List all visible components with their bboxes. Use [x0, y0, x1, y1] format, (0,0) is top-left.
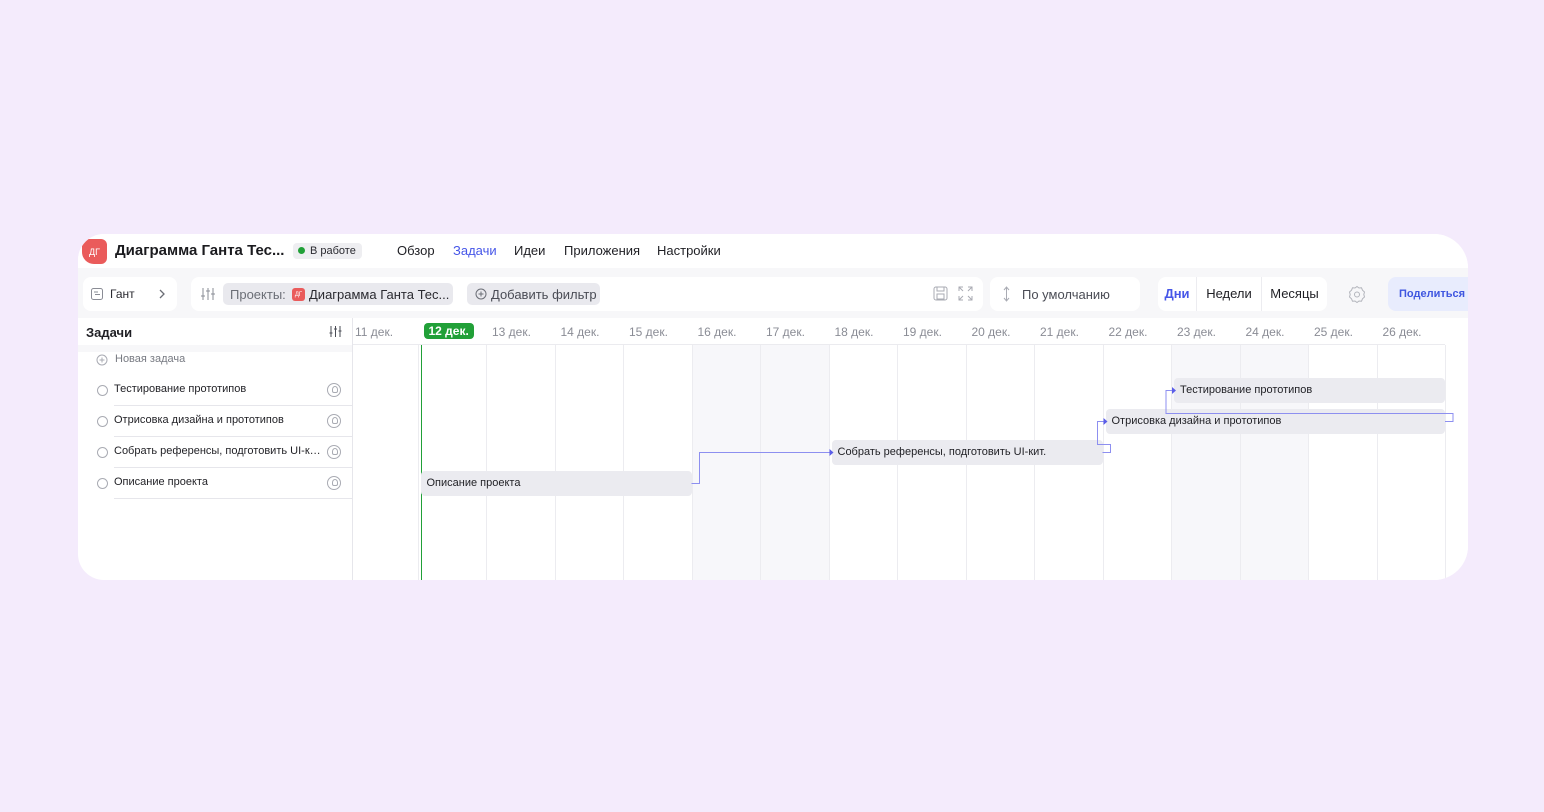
date-label: 23 дек.: [1177, 325, 1216, 339]
sort-label: По умолчанию: [1022, 287, 1110, 302]
row-divider: [114, 498, 352, 499]
sort-icon: [1003, 286, 1010, 302]
tab-apps[interactable]: Приложения: [564, 243, 640, 258]
filter-project-icon: ДГ: [292, 288, 305, 301]
assignee-icon[interactable]: [327, 445, 341, 459]
day-column: [761, 345, 830, 580]
date-label: 11 дек.: [355, 325, 394, 339]
gantt-bar[interactable]: Тестирование прототипов: [1174, 378, 1445, 403]
task-name[interactable]: Тестирование прототипов: [114, 383, 324, 395]
gantt-bar[interactable]: Отрисовка дизайна и прототипов: [1105, 409, 1445, 434]
project-icon[interactable]: ДГ: [82, 239, 107, 264]
add-filter-button[interactable]: Добавить фильтр: [467, 283, 600, 305]
status-dot-icon: [298, 247, 305, 254]
task-checkbox[interactable]: [97, 416, 108, 427]
tab-ideas[interactable]: Идеи: [514, 243, 545, 258]
share-button[interactable]: Поделиться: [1388, 277, 1468, 311]
task-name[interactable]: Описание проекта: [114, 476, 324, 488]
task-checkbox[interactable]: [97, 385, 108, 396]
project-title[interactable]: Диаграмма Ганта Тес...: [115, 242, 284, 259]
gantt-bar[interactable]: Описание проекта: [420, 471, 692, 496]
status-label: В работе: [310, 245, 356, 257]
date-label: 17 дек.: [766, 325, 805, 339]
tab-tasks[interactable]: Задачи: [453, 243, 497, 258]
task-row[interactable]: Тестирование прототипов: [78, 375, 352, 406]
day-column: [350, 345, 419, 580]
expand-icon[interactable]: [958, 286, 973, 301]
tasks-column-header: Задачи: [78, 318, 352, 345]
add-circle-icon: [475, 288, 487, 300]
tab-settings[interactable]: Настройки: [657, 243, 721, 258]
date-label: 20 дек.: [971, 325, 1011, 339]
date-label: 21 дек.: [1040, 325, 1079, 339]
view-switcher[interactable]: Гант: [83, 277, 177, 311]
day-column: [624, 345, 693, 580]
date-label: 24 дек.: [1245, 325, 1285, 339]
save-icon[interactable]: [933, 286, 948, 301]
add-filter-label: Добавить фильтр: [491, 287, 597, 302]
filter-bar: Проекты: ДГ Диаграмма Ганта Тес... Добав…: [191, 277, 983, 311]
column-settings-icon[interactable]: [329, 325, 342, 338]
scale-days[interactable]: Дни: [1158, 277, 1196, 311]
task-name[interactable]: Отрисовка дизайна и прототипов: [114, 414, 324, 426]
date-label: 13 дек.: [492, 325, 531, 339]
scale-weeks[interactable]: Недели: [1196, 277, 1262, 311]
time-scale-switcher: Дни Недели Месяцы: [1158, 277, 1327, 311]
task-name[interactable]: Собрать референсы, подготовить UI-кит.: [114, 445, 322, 457]
gantt-icon: [91, 288, 103, 300]
gantt-card: ДГ Диаграмма Ганта Тес... В работе Обзор…: [78, 234, 1468, 580]
task-checkbox[interactable]: [97, 447, 108, 458]
task-row[interactable]: Собрать референсы, подготовить UI-кит.: [78, 437, 352, 468]
filter-settings-icon[interactable]: [200, 286, 216, 302]
project-filter-chip[interactable]: Проекты: ДГ Диаграмма Ганта Тес...: [223, 283, 453, 305]
date-label: 15 дек.: [629, 325, 668, 339]
new-task-button[interactable]: Новая задача: [78, 345, 352, 375]
day-column: [487, 345, 556, 580]
chevron-right-icon: [159, 289, 165, 299]
scale-months[interactable]: Месяцы: [1262, 277, 1327, 311]
date-label: 16 дек.: [697, 325, 737, 339]
day-column: [419, 345, 487, 580]
date-label: 26 дек.: [1382, 325, 1422, 339]
filter-project-name: Диаграмма Ганта Тес...: [309, 287, 450, 302]
date-label: 19 дек.: [903, 325, 942, 339]
day-column: [556, 345, 624, 580]
sort-select[interactable]: По умолчанию: [990, 277, 1140, 311]
project-header: ДГ Диаграмма Ганта Тес... В работе Обзор…: [78, 234, 1468, 268]
date-label: 18 дек.: [834, 325, 874, 339]
filter-label: Проекты:: [230, 287, 286, 302]
status-badge[interactable]: В работе: [293, 243, 362, 259]
day-column: [692, 345, 761, 580]
gantt-bar[interactable]: Собрать референсы, подготовить UI-кит.: [831, 440, 1103, 465]
tab-overview[interactable]: Обзор: [397, 243, 435, 258]
tasks-column-title: Задачи: [86, 325, 133, 340]
date-label: 25 дек.: [1314, 325, 1353, 339]
task-checkbox[interactable]: [97, 478, 108, 489]
today-date-label: 12 дек.: [423, 323, 474, 339]
date-header: 11 дек. 12 дек. 13 дек. 14 дек. 15 дек. 16 де…: [353, 318, 1445, 345]
gear-icon[interactable]: [1348, 285, 1366, 303]
task-row[interactable]: Описание проекта: [78, 468, 352, 499]
assignee-icon[interactable]: [327, 476, 341, 490]
date-label: 14 дек.: [560, 325, 600, 339]
new-task-label: Новая задача: [115, 353, 186, 365]
day-column: [1104, 345, 1172, 580]
assignee-icon[interactable]: [327, 383, 341, 397]
today-line: [420, 345, 422, 580]
date-label: 22 дек.: [1108, 325, 1148, 339]
task-row[interactable]: Отрисовка дизайна и прототипов: [78, 406, 352, 437]
assignee-icon[interactable]: [327, 414, 341, 428]
view-label: Гант: [110, 287, 135, 301]
gantt-timeline: 11 дек. 12 дек. 13 дек. 14 дек. 15 дек. 16 де…: [352, 318, 1468, 580]
add-circle-icon: [96, 354, 108, 366]
